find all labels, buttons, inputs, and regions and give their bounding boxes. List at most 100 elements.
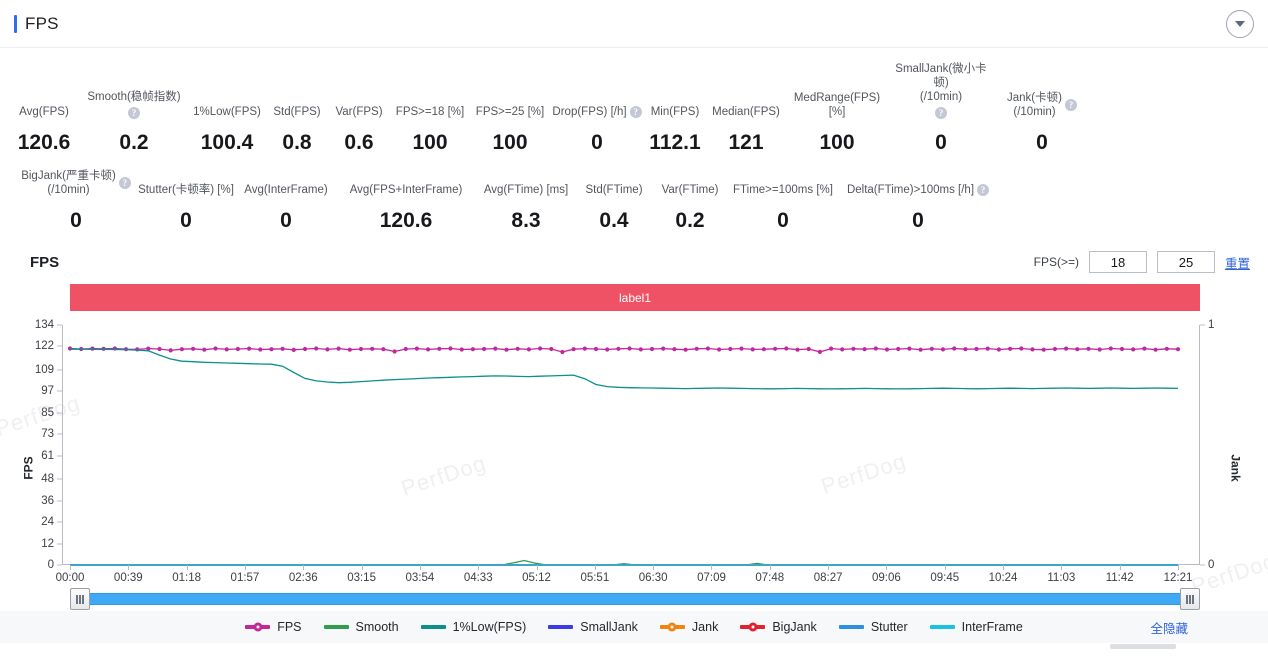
fps-threshold-label: FPS(>=) [1033,255,1079,269]
metrics-row-primary: Avg(FPS) 120.6 Smooth(稳帧指数)? 0.2 1%Low(FPS) 1… [0,62,1268,155]
collapse-panel-button[interactable] [1226,9,1254,38]
legend-item-1-low-fps-[interactable]: 1%Low(FPS) [420,620,527,634]
legend-item-smalljank[interactable]: SmallJank [548,620,638,634]
legend-item-stutter[interactable]: Stutter [838,620,908,634]
metric-label: Jank(卡顿) (/10min)? [1007,91,1077,119]
metric-label: FPS>=18 [%] [396,105,464,119]
series-point [370,346,375,351]
x-axis-tick-mark [594,565,596,570]
fps-threshold-2-input[interactable] [1156,251,1215,273]
label-marker-bar[interactable]: label1 [70,284,1200,311]
metric-cell: Std(FPS) 0.8 [266,105,328,155]
metric-label-text: Drop(FPS) [/h] [552,106,627,118]
y-axis-tick-label: 109 [34,363,54,376]
series-point [403,346,408,352]
data-zoom-handle-left[interactable] [70,588,90,610]
metric-cell: Std(FTime) 0.4 [576,183,652,233]
series-point [67,346,73,351]
x-axis-tick-mark [361,565,363,570]
y2-axis-tick-label: 1 [1208,319,1215,331]
x-axis-tick-label: 01:57 [230,572,260,584]
series-point [1097,347,1102,352]
page-header: FPS [0,0,1268,48]
hide-all-series-link[interactable]: 全隐藏 [1150,618,1188,637]
x-axis-tick-label: 11:42 [1105,572,1134,584]
x-axis-tick-label: 07:09 [697,572,726,584]
series-point [773,346,778,351]
metric-value: 0 [1036,131,1048,154]
y-axis-tick-label: 0 [47,559,54,571]
x-axis-tick-label: 06:30 [638,572,668,584]
legend-item-fps[interactable]: FPS [245,620,302,634]
metric-label-text: FTime>=100ms [%] [733,184,833,196]
metric-value: 0.8 [282,131,312,154]
metric-label-text: Delta(FTime)>100ms [/h] [846,184,975,196]
x-axis-tick-label: 11:03 [1047,572,1076,584]
legend-color-swatch [245,622,271,632]
help-icon[interactable]: ? [629,106,642,118]
x-axis-tick-mark [244,565,246,570]
series-point [694,346,699,351]
series-point [739,346,744,351]
metric-label-text: Stutter(卡顿率) [%] [138,184,234,196]
metric-label: FTime>=100ms [%] [733,183,833,197]
help-icon[interactable]: ? [1064,99,1077,111]
y-axis-tick-label: 122 [34,340,54,353]
series-point [884,347,890,352]
y-axis-tick-mark [57,324,62,326]
legend-item-jank[interactable]: Jank [659,620,719,634]
series-point [717,347,722,352]
series-point [728,346,733,352]
help-icon[interactable]: ? [935,107,947,119]
series-point [336,346,341,351]
series-point [549,346,554,352]
legend-label: InterFrame [961,620,1023,634]
legend-item-bigjank[interactable]: BigJank [740,620,817,634]
x-axis-tick-label: 02:36 [288,572,318,584]
data-zoom-slider[interactable] [70,588,1200,610]
legend-item-smooth[interactable]: Smooth [323,620,399,634]
metric-value: 0 [912,209,924,232]
metric-cell: BigJank(严重卡顿) (/10min)? 0 [16,169,136,233]
help-icon[interactable]: ? [118,177,131,189]
metric-value: 100.4 [200,131,254,154]
metric-label: Median(FPS) [712,105,780,119]
help-icon[interactable]: ? [977,184,990,196]
plot-area: 0 12 24 36 48 61 73 85 97 109 122 134 0 1 00:00 00:39 01… [35,319,1215,584]
series-point [840,347,845,352]
metric-cell: FTime>=100ms [%] 0 [728,183,838,233]
x-axis-tick-label: 03:54 [405,572,435,584]
x-axis-tick-mark [186,565,188,570]
data-zoom-handle-right[interactable] [1180,588,1200,610]
x-axis-tick-mark [70,565,71,570]
metric-cell: FPS>=25 [%] 100 [470,105,550,155]
x-axis-tick-mark [128,565,130,570]
metric-value: 0 [180,209,192,232]
series-point [168,348,173,353]
metric-label: BigJank(严重卡顿) (/10min)? [21,169,131,197]
series-point [661,346,666,351]
series-point [974,346,979,352]
y-axis-title: FPS [21,456,36,480]
data-zoom-track[interactable] [82,593,1188,605]
chart-heading: FPS [30,253,60,271]
series-point [952,346,957,351]
legend-label: Jank [691,620,719,634]
series-point [358,346,364,352]
x-axis-tick-mark [1119,565,1121,570]
x-axis-tick-mark [711,565,713,570]
metric-cell: Median(FPS) 121 [706,105,786,155]
series-point [247,346,252,351]
reset-link[interactable]: 重置 [1225,253,1250,272]
help-icon[interactable]: ? [128,107,140,119]
series-point [1086,346,1091,351]
x-axis-tick-mark [1061,565,1063,570]
fps-threshold-1-input[interactable] [1088,251,1147,273]
series-point [795,347,800,352]
x-axis-tick-mark [886,565,888,570]
legend-label: 1%Low(FPS) [452,620,527,634]
series-point [269,347,274,352]
legend-item-interframe[interactable]: InterFrame [929,620,1023,634]
series-point [918,347,923,352]
legend-label: Stutter [870,620,908,634]
